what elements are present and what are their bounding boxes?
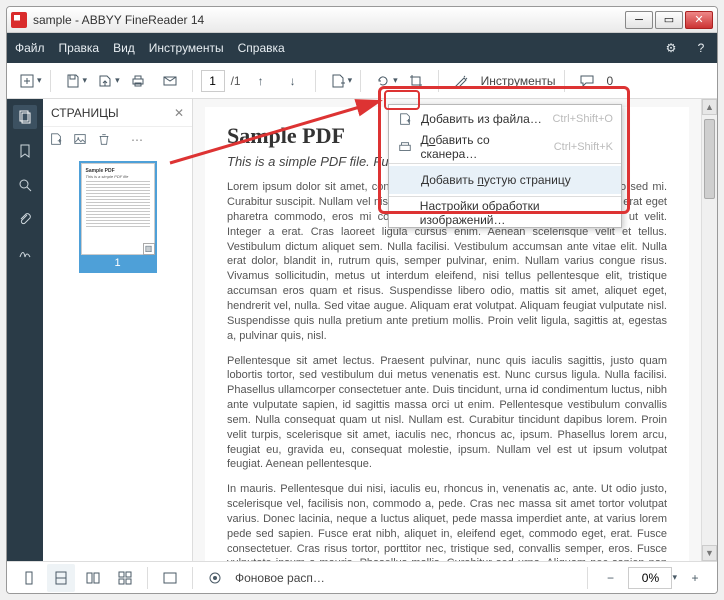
bottom-toolbar: Фоновое расп… − ▾ +: [7, 561, 717, 593]
comments-count: 0: [607, 74, 614, 88]
dd-label: Настройки обработки изображений…: [420, 199, 613, 227]
page-up-button[interactable]: ↑: [247, 67, 275, 95]
separator: [389, 163, 621, 164]
rail-search-icon[interactable]: [13, 173, 37, 197]
chevron-down-icon[interactable]: ▾: [115, 75, 120, 86]
bg-recognition-label[interactable]: Фоновое расп…: [235, 571, 325, 585]
add-page-dropdown: Добавить из файла… Ctrl+Shift+O Добавить…: [388, 104, 622, 228]
blank-icon: [397, 172, 413, 188]
chevron-down-icon[interactable]: ▾: [83, 75, 88, 86]
separator: [360, 70, 361, 92]
zoom-in-button[interactable]: +: [681, 564, 709, 592]
panel-title: СТРАНИЦЫ: [51, 106, 119, 120]
main-toolbar: ▾ ▾ ▾ /1 ↑ ↓ ▾ ▾ Инструменты: [7, 63, 717, 99]
separator: [192, 567, 193, 589]
magic-button[interactable]: [447, 67, 475, 95]
dd-add-blank-page[interactable]: Добавить пустую страницу: [389, 166, 621, 194]
gear-icon[interactable]: ⚙: [663, 40, 679, 56]
panel-delete-icon[interactable]: [97, 132, 111, 149]
zoom-input[interactable]: [628, 567, 672, 589]
tools-label[interactable]: Инструменты: [481, 74, 556, 88]
separator: [438, 70, 439, 92]
side-rail: [7, 99, 43, 561]
scroll-down-icon[interactable]: ▼: [702, 545, 717, 561]
vertical-scrollbar[interactable]: ▲ ▼: [701, 99, 717, 561]
separator: [564, 70, 565, 92]
dd-add-from-file[interactable]: Добавить из файла… Ctrl+Shift+O: [389, 105, 621, 133]
chevron-down-icon[interactable]: ▾: [37, 75, 42, 86]
scroll-thumb[interactable]: [704, 119, 715, 199]
menu-tools[interactable]: Инструменты: [149, 41, 224, 55]
rail-bookmarks-icon[interactable]: [13, 139, 37, 163]
dd-label: Добавить пустую страницу: [421, 173, 571, 187]
zoom-out-button[interactable]: −: [596, 564, 624, 592]
panel-add-icon[interactable]: [49, 132, 63, 149]
minimize-button[interactable]: ─: [625, 11, 653, 29]
panel-image-icon[interactable]: [73, 132, 87, 149]
rail-attachments-icon[interactable]: [13, 207, 37, 231]
help-icon[interactable]: ?: [693, 40, 709, 56]
ocr-toggle-button[interactable]: [201, 564, 229, 592]
menu-view[interactable]: Вид: [113, 41, 135, 55]
fit-two-button[interactable]: [79, 564, 107, 592]
close-button[interactable]: ✕: [685, 11, 713, 29]
print-button[interactable]: [124, 67, 152, 95]
separator: [587, 567, 588, 589]
fit-continuous-button[interactable]: [111, 564, 139, 592]
menu-file[interactable]: Файл: [15, 41, 45, 55]
dd-label: Добавить со сканера…: [420, 133, 545, 161]
fit-single-button[interactable]: [15, 564, 43, 592]
menubar: Файл Правка Вид Инструменты Справка ⚙ ?: [7, 33, 717, 63]
file-add-icon: [397, 111, 413, 127]
dd-shortcut: Ctrl+Shift+O: [552, 113, 613, 125]
crop-button[interactable]: [402, 67, 430, 95]
fullscreen-button[interactable]: [156, 564, 184, 592]
fit-width-button[interactable]: [47, 564, 75, 592]
comments-button[interactable]: [573, 67, 601, 95]
doc-paragraph: In mauris. Pellentesque dui nisi, iaculi…: [227, 482, 667, 561]
page-down-button[interactable]: ↓: [279, 67, 307, 95]
menu-edit[interactable]: Правка: [59, 41, 100, 55]
chevron-down-icon[interactable]: ▾: [348, 75, 353, 86]
dd-image-settings[interactable]: Настройки обработки изображений…: [389, 199, 621, 227]
scroll-up-icon[interactable]: ▲: [702, 99, 717, 115]
pages-panel: СТРАНИЦЫ ✕ ⋯ Sample PDF This is a simple…: [43, 99, 193, 561]
page-thumbnail[interactable]: Sample PDF This is a simple PDF file 1: [79, 161, 157, 273]
page-number-input[interactable]: [201, 70, 225, 92]
chevron-down-icon[interactable]: ▾: [672, 572, 677, 583]
mail-button[interactable]: [156, 67, 184, 95]
separator: [50, 70, 51, 92]
panel-menu-icon[interactable]: ⋯: [131, 133, 143, 147]
thumbnail-badge-icon: ▥: [143, 243, 155, 255]
dd-label: Добавить из файла…: [421, 112, 542, 126]
separator: [147, 567, 148, 589]
app-icon: [11, 12, 27, 28]
separator: [192, 70, 193, 92]
maximize-button[interactable]: ▭: [655, 11, 683, 29]
window-title: sample - ABBYY FineReader 14: [33, 13, 625, 27]
titlebar: sample - ABBYY FineReader 14 ─ ▭ ✕: [7, 7, 717, 33]
doc-paragraph: Pellentesque sit amet lectus. Praesent p…: [227, 354, 667, 473]
separator: [315, 70, 316, 92]
menu-help[interactable]: Справка: [238, 41, 285, 55]
rail-pages-icon[interactable]: [13, 105, 37, 129]
panel-close-icon[interactable]: ✕: [174, 106, 184, 120]
thumbnail-number: 1: [81, 255, 155, 271]
settings-icon: [397, 205, 412, 221]
dd-add-from-scanner[interactable]: Добавить со сканера… Ctrl+Shift+K: [389, 133, 621, 161]
chevron-down-icon[interactable]: ▾: [393, 75, 398, 86]
dd-shortcut: Ctrl+Shift+K: [554, 141, 613, 153]
separator: [389, 196, 621, 197]
page-total: /1: [231, 74, 241, 88]
scanner-icon: [397, 139, 412, 155]
rail-signatures-icon[interactable]: [13, 241, 37, 265]
